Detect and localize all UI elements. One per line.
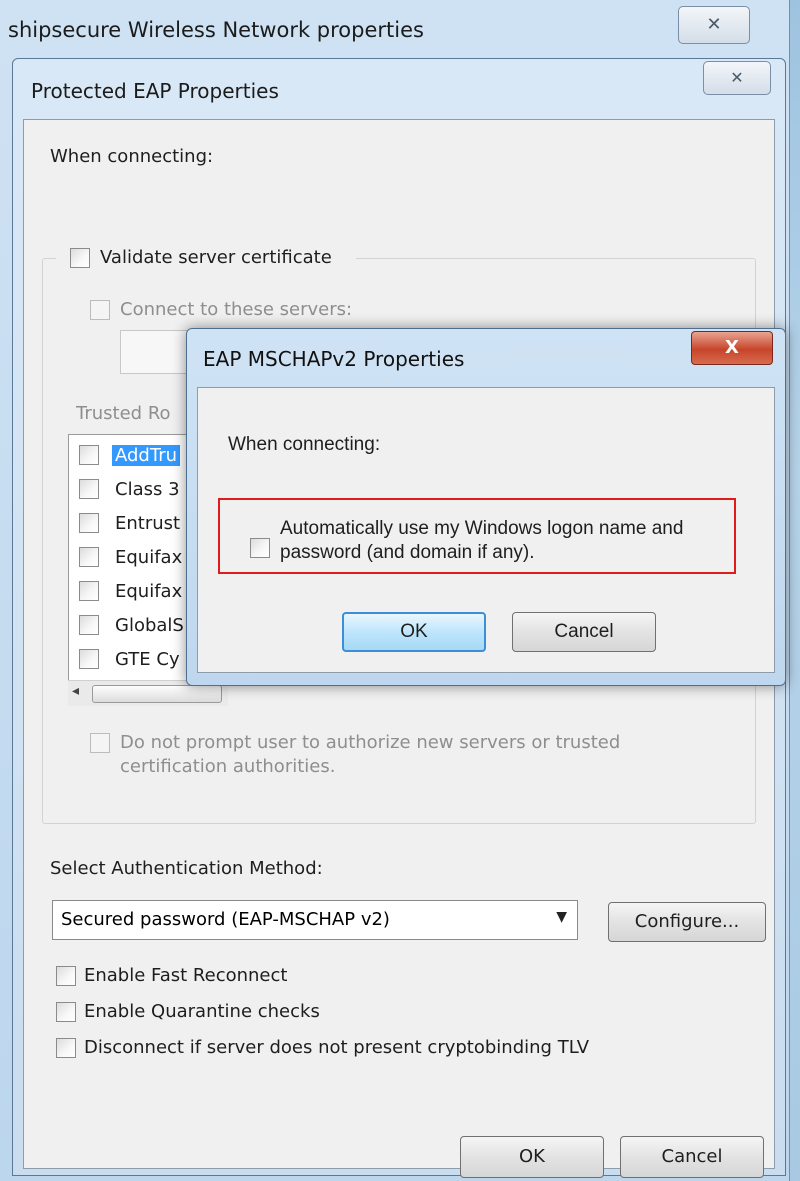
close-icon: ✕	[706, 14, 722, 35]
cryptobinding-checkbox[interactable]	[56, 1038, 76, 1058]
trusted-root-checkbox[interactable]	[79, 479, 99, 499]
mschap-dialog-body: When connecting: Automatically use my Wi…	[197, 387, 775, 673]
auth-method-select[interactable]: Secured password (EAP-MSCHAP v2) ▼	[52, 900, 578, 940]
peap-dialog-title: Protected EAP Properties	[31, 79, 279, 103]
connect-to-servers-label: Connect to these servers:	[120, 299, 353, 320]
close-icon: ✕	[730, 68, 744, 87]
quarantine-label: Enable Quarantine checks	[84, 1001, 320, 1022]
trusted-root-checkbox[interactable]	[79, 649, 99, 669]
trusted-root-label: Trusted Ro	[76, 403, 171, 424]
scrollbar-thumb[interactable]	[92, 685, 222, 703]
do-not-prompt-label-line1: Do not prompt user to authorize new serv…	[120, 732, 621, 753]
wireless-window-title: shipsecure Wireless Network properties	[8, 18, 424, 42]
peap-close-button[interactable]: ✕	[703, 61, 771, 95]
fast-reconnect-label: Enable Fast Reconnect	[84, 965, 288, 986]
mschap-close-button[interactable]: X	[691, 331, 773, 365]
wireless-window-close-button[interactable]: ✕	[678, 6, 750, 44]
peap-ok-button[interactable]: OK	[460, 1136, 604, 1178]
trusted-root-checkbox[interactable]	[79, 615, 99, 635]
eap-mschapv2-dialog: EAP MSCHAPv2 Properties X When connectin…	[186, 328, 786, 686]
trusted-root-checkbox[interactable]	[79, 513, 99, 533]
chevron-down-icon: ▼	[556, 909, 567, 925]
mschap-dialog-title: EAP MSCHAPv2 Properties	[203, 347, 465, 371]
quarantine-checkbox[interactable]	[56, 1002, 76, 1022]
auth-method-label: Select Authentication Method:	[50, 858, 323, 879]
connect-to-servers-checkbox[interactable]	[90, 300, 110, 320]
scroll-left-icon[interactable]: ◂	[72, 683, 79, 699]
auto-logon-checkbox[interactable]	[250, 538, 270, 558]
mschap-cancel-button[interactable]: Cancel	[512, 612, 656, 652]
trusted-root-checkbox[interactable]	[79, 581, 99, 601]
close-icon: X	[725, 337, 739, 358]
mschap-ok-button[interactable]: OK	[342, 612, 486, 652]
fast-reconnect-checkbox[interactable]	[56, 966, 76, 986]
validate-server-certificate-label: Validate server certificate	[100, 247, 332, 268]
auto-logon-label-line2: password (and domain if any).	[280, 542, 535, 563]
when-connecting-label: When connecting:	[50, 146, 214, 167]
configure-button[interactable]: Configure...	[608, 902, 766, 942]
peap-cancel-button[interactable]: Cancel	[620, 1136, 764, 1178]
mschap-when-connecting-label: When connecting:	[228, 434, 381, 455]
do-not-prompt-checkbox[interactable]	[90, 733, 110, 753]
do-not-prompt-label-line2: certification authorities.	[120, 756, 336, 777]
trusted-root-checkbox[interactable]	[79, 547, 99, 567]
cryptobinding-label: Disconnect if server does not present cr…	[84, 1037, 590, 1058]
auto-logon-label-line1: Automatically use my Windows logon name …	[280, 518, 684, 539]
trusted-root-checkbox[interactable]	[79, 445, 99, 465]
validate-server-certificate-checkbox[interactable]	[70, 248, 90, 268]
